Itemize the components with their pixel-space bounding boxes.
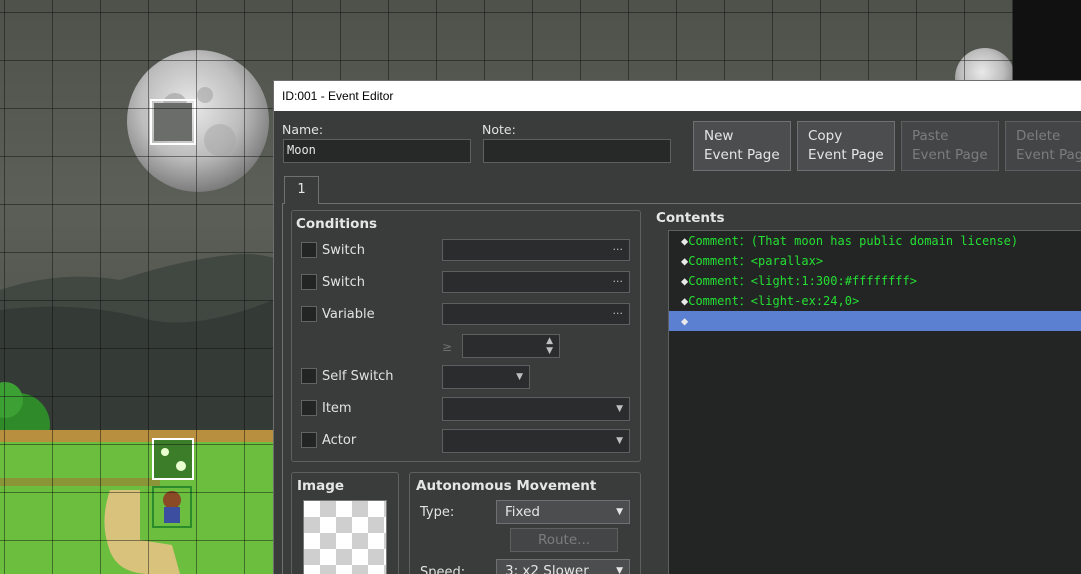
- self-switch-label: Self Switch: [322, 369, 394, 384]
- name-input[interactable]: Moon: [283, 139, 471, 163]
- movement-speed-dropdown[interactable]: 3: x2 Slower ▼: [496, 559, 630, 574]
- item-dropdown[interactable]: ▼: [442, 397, 630, 421]
- note-input[interactable]: [483, 139, 671, 163]
- ge-symbol: ≥: [442, 340, 453, 354]
- variable-selector[interactable]: ···: [442, 303, 630, 325]
- item-checkbox[interactable]: [301, 400, 317, 416]
- chevron-down-icon: ▼: [616, 404, 623, 414]
- route-button[interactable]: Route...: [510, 528, 618, 552]
- switch1-label: Switch: [322, 243, 365, 258]
- self-switch-dropdown[interactable]: ▼: [442, 365, 530, 389]
- delete-event-page-button[interactable]: Delete Event Page: [1005, 121, 1081, 171]
- chevron-down-icon: ▼: [616, 507, 623, 517]
- actor-label: Actor: [322, 433, 357, 448]
- list-item[interactable]: ◆Comment：<light:1:300:#ffffffff>: [669, 271, 1081, 291]
- map-out-of-bounds: [1013, 0, 1081, 80]
- switch2-selector[interactable]: ···: [442, 271, 630, 293]
- new-event-page-button[interactable]: New Event Page: [693, 121, 791, 171]
- spin-down-icon[interactable]: ▼: [546, 340, 553, 362]
- movement-type-dropdown[interactable]: Fixed ▼: [496, 500, 630, 524]
- window-title[interactable]: ID:001 - Event Editor: [274, 81, 1081, 111]
- self-switch-checkbox[interactable]: [301, 368, 317, 384]
- contents-title: Contents: [656, 210, 725, 226]
- conditions-title: Conditions: [296, 216, 378, 232]
- image-title: Image: [297, 478, 345, 494]
- tab-page-1[interactable]: 1: [284, 176, 319, 204]
- conditions-group: Conditions Switch ··· Switch ··· Variabl…: [291, 210, 641, 462]
- speed-label: Speed:: [420, 565, 466, 574]
- autonomous-movement-group: Autonomous Movement Type: Fixed ▼ Route.…: [409, 472, 641, 574]
- name-label: Name:: [282, 122, 324, 137]
- chevron-down-icon: ▼: [516, 372, 523, 382]
- chevron-down-icon: ▼: [616, 566, 623, 574]
- ellipsis-icon: ···: [612, 243, 624, 256]
- paste-event-page-button[interactable]: Paste Event Page: [901, 121, 999, 171]
- page-tab-body: Conditions Switch ··· Switch ··· Variabl…: [282, 203, 1081, 574]
- image-group: Image: [291, 472, 399, 574]
- item-label: Item: [322, 401, 352, 416]
- ellipsis-icon: ···: [612, 307, 624, 320]
- ellipsis-icon: ···: [612, 275, 624, 288]
- list-item[interactable]: ◆Comment：<parallax>: [669, 251, 1081, 271]
- switch1-selector[interactable]: ···: [442, 239, 630, 261]
- variable-checkbox[interactable]: [301, 306, 317, 322]
- note-label: Note:: [482, 122, 516, 137]
- copy-event-page-button[interactable]: Copy Event Page: [797, 121, 895, 171]
- movement-type-value: Fixed: [505, 504, 540, 520]
- list-item[interactable]: ◆Comment：(That moon has public domain li…: [669, 231, 1081, 251]
- movement-title: Autonomous Movement: [416, 478, 597, 494]
- switch2-label: Switch: [322, 275, 365, 290]
- movement-speed-value: 3: x2 Slower: [505, 563, 589, 574]
- variable-label: Variable: [322, 307, 375, 322]
- list-item[interactable]: ◆Comment：<light-ex:24,0>: [669, 291, 1081, 311]
- actor-checkbox[interactable]: [301, 432, 317, 448]
- list-item-selected[interactable]: ◆: [669, 311, 1081, 331]
- event-editor-window: ID:001 - Event Editor Name: Moon Note: N…: [273, 80, 1081, 574]
- type-label: Type:: [420, 505, 455, 520]
- chevron-down-icon: ▼: [616, 436, 623, 446]
- actor-dropdown[interactable]: ▼: [442, 429, 630, 453]
- contents-list[interactable]: ◆Comment：(That moon has public domain li…: [668, 230, 1081, 574]
- switch1-checkbox[interactable]: [301, 242, 317, 258]
- image-preview[interactable]: [303, 500, 387, 574]
- variable-value-spinner[interactable]: ▲ ▼: [462, 334, 560, 358]
- switch2-checkbox[interactable]: [301, 274, 317, 290]
- diamond-icon: ◆: [681, 314, 689, 328]
